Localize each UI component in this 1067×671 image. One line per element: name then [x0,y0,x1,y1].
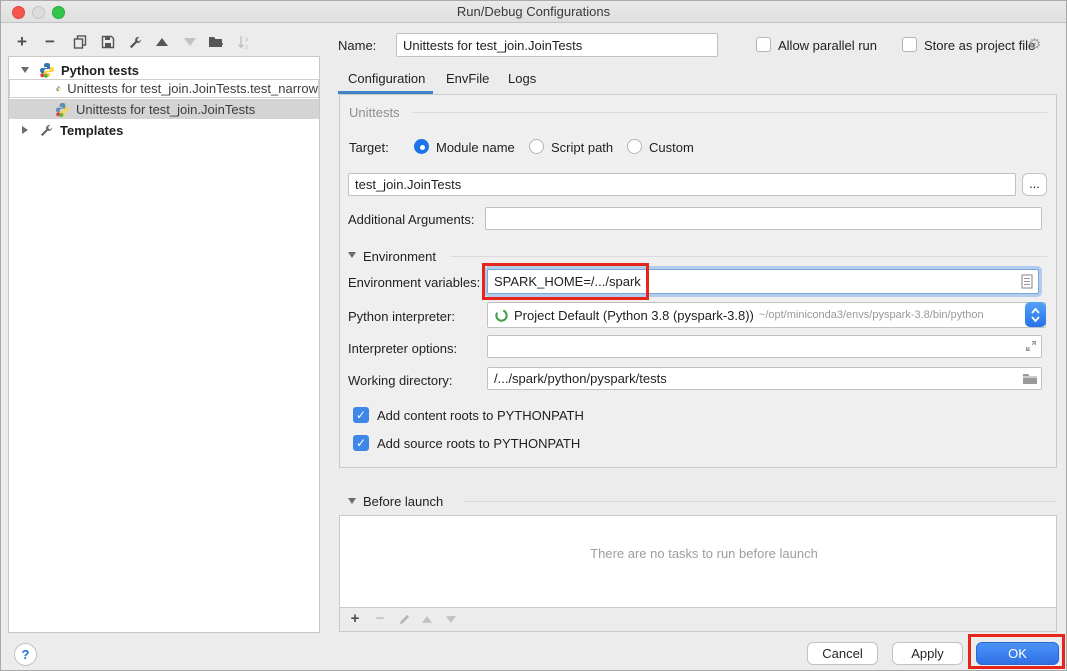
interpreter-path: ~/opt/miniconda3/envs/pyspark-3.8/bin/py… [759,309,984,321]
tree-item-label: Unittests for test_join.JoinTests [76,102,255,117]
python-test-icon [56,81,61,96]
chevron-down-icon[interactable] [21,67,29,73]
store-settings-gear-icon[interactable]: ⚙ [1028,35,1041,53]
additional-arguments-label: Additional Arguments: [348,212,474,227]
window-title: Run/Debug Configurations [1,4,1066,19]
environment-section-label: Environment [363,249,436,264]
name-input[interactable] [396,33,718,57]
save-configuration-icon[interactable] [99,33,117,51]
working-directory-input[interactable] [487,367,1042,390]
svg-text:z: z [245,44,248,50]
title-bar: Run/Debug Configurations [1,1,1066,23]
help-button[interactable]: ? [14,643,37,666]
add-content-roots-label: Add content roots to PYTHONPATH [377,408,584,423]
python-interpreter-select[interactable]: Project Default (Python 3.8 (pyspark-3.8… [487,302,1046,328]
cancel-button[interactable]: Cancel [807,642,878,665]
run-debug-configurations-dialog: Run/Debug Configurations + − az Python t… [0,0,1067,671]
apply-button[interactable]: Apply [892,642,963,665]
radio-module-name[interactable] [414,139,429,154]
environment-variables-label: Environment variables: [348,275,480,290]
move-down-icon[interactable] [181,33,199,51]
radio-script-path[interactable] [529,139,544,154]
group-divider [413,112,1047,113]
add-source-roots-checkbox[interactable]: ✓ [353,435,369,451]
before-launch-task-list[interactable]: There are no tasks to run before launch [339,515,1057,608]
radio-script-path-label: Script path [551,140,613,155]
edit-templates-wrench-icon[interactable] [126,33,144,51]
python-tests-icon [39,62,55,78]
tab-envfile[interactable]: EnvFile [446,71,489,86]
add-source-roots-label: Add source roots to PYTHONPATH [377,436,580,451]
move-up-icon[interactable] [153,33,171,51]
before-launch-label: Before launch [363,494,443,509]
task-move-up-icon[interactable] [418,610,436,628]
tree-item-label: Unittests for test_join.JoinTests.test_n… [67,81,318,96]
interpreter-options-input[interactable] [487,335,1042,358]
env-vars-browse-icon[interactable] [1021,274,1033,292]
environment-divider [451,256,1047,257]
add-configuration-button[interactable]: + [13,33,31,51]
environment-collapse-icon[interactable] [348,252,356,258]
tree-row-python-tests[interactable]: Python tests [9,60,319,80]
store-as-project-file-label: Store as project file [924,38,1035,53]
store-as-project-file-checkbox[interactable] [902,37,917,52]
interpreter-options-label: Interpreter options: [348,341,457,356]
tab-logs[interactable]: Logs [508,71,536,86]
remove-task-button[interactable]: − [371,610,389,628]
add-content-roots-checkbox[interactable]: ✓ [353,407,369,423]
tree-item-label: Templates [60,123,123,138]
browse-target-button[interactable]: ... [1022,173,1047,196]
target-label: Target: [349,140,389,155]
configurations-tree: Python tests Unittests for test_join.Joi… [8,56,320,633]
additional-arguments-input[interactable] [485,207,1042,230]
before-launch-divider [463,501,1057,502]
empty-tasks-message: There are no tasks to run before launch [346,546,1062,561]
tab-configuration[interactable]: Configuration [348,71,425,86]
chevron-right-icon[interactable] [22,126,28,134]
allow-parallel-run-checkbox[interactable] [756,37,771,52]
name-label: Name: [338,38,376,53]
conda-env-icon [494,308,509,323]
annotation-box-env-vars [482,263,649,300]
python-test-icon [55,102,70,117]
allow-parallel-run-label: Allow parallel run [778,38,877,53]
interpreter-dropdown-stepper[interactable] [1025,302,1046,327]
interpreter-value: Project Default (Python 3.8 (pyspark-3.8… [514,308,754,323]
chevron-up-down-icon [1030,306,1041,324]
sort-alphabetically-icon[interactable]: az [235,33,253,51]
target-input[interactable] [348,173,1016,196]
tree-row-unittest-narrow[interactable]: Unittests for test_join.JoinTests.test_n… [9,79,319,98]
annotation-box-ok-button [968,634,1065,669]
before-launch-toolbar: + − [339,608,1057,632]
radio-custom[interactable] [627,139,642,154]
task-move-down-icon[interactable] [442,610,460,628]
folder-icon[interactable] [1022,372,1038,388]
add-task-button[interactable]: + [346,610,364,628]
before-launch-collapse-icon[interactable] [348,498,356,504]
tree-item-label: Python tests [61,63,139,78]
templates-wrench-icon [39,123,54,138]
new-folder-icon[interactable] [207,33,225,51]
radio-module-name-label: Module name [436,140,515,155]
unittests-group-label: Unittests [349,105,400,120]
radio-custom-label: Custom [649,140,694,155]
tree-row-templates[interactable]: Templates [9,120,319,140]
copy-configuration-icon[interactable] [71,33,89,51]
python-interpreter-label: Python interpreter: [348,309,455,324]
edit-task-pencil-icon[interactable] [395,610,413,628]
remove-configuration-button[interactable]: − [41,33,59,51]
svg-text:a: a [245,36,249,43]
expand-field-icon[interactable] [1024,339,1038,356]
tree-row-unittest-selected[interactable]: Unittests for test_join.JoinTests [9,99,319,119]
working-directory-label: Working directory: [348,373,453,388]
